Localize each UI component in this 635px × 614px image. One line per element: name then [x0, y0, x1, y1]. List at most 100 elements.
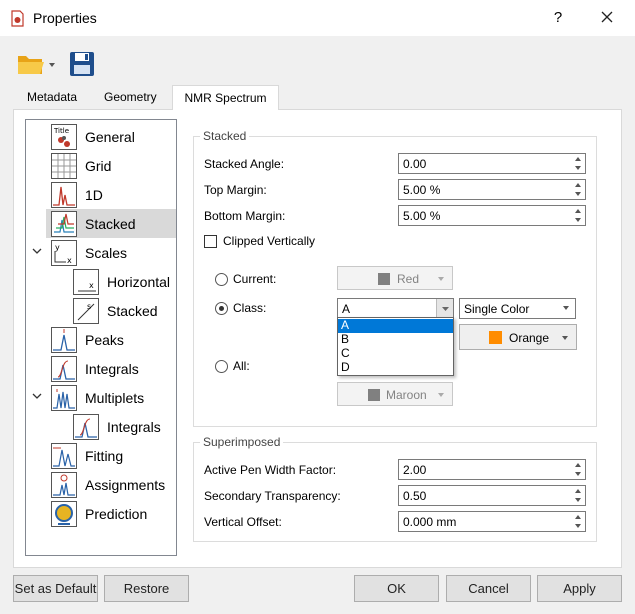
bottom-margin-label: Bottom Margin: — [204, 209, 286, 223]
pen-width-spinbox[interactable]: 2.00 — [398, 459, 586, 480]
tree-item-label: Integrals — [85, 360, 139, 377]
pen-width-label: Active Pen Width Factor: — [204, 463, 337, 477]
tree-item-horizontal[interactable]: x Horizontal — [73, 267, 176, 296]
top-margin-spinbox[interactable]: 5.00 % — [398, 179, 586, 200]
clipped-vertically-checkbox[interactable] — [204, 235, 217, 248]
tree-item-peaks[interactable]: Peaks — [51, 325, 176, 354]
multiplet-integrals-icon — [73, 413, 99, 440]
all-radio[interactable] — [215, 360, 228, 373]
dropdown-option-a[interactable]: A — [338, 319, 453, 333]
tree-item-multiplets[interactable]: Multiplets — [51, 383, 176, 412]
grid-icon — [51, 152, 77, 179]
spin-arrows-icon[interactable] — [571, 180, 585, 199]
tree-item-label: Multiplets — [85, 389, 145, 406]
current-color-button[interactable]: Red — [337, 266, 453, 290]
tree-item-multiplet-integrals[interactable]: Integrals — [73, 412, 176, 441]
tree-item-label: Peaks — [85, 331, 124, 348]
apply-button[interactable]: Apply — [537, 575, 622, 602]
all-color-button[interactable]: Maroon — [337, 382, 453, 406]
tree-item-stacked[interactable]: Stacked — [46, 209, 176, 238]
spin-arrows-icon[interactable] — [571, 154, 585, 173]
cancel-button[interactable]: Cancel — [446, 575, 531, 602]
dropdown-arrow-icon — [438, 277, 444, 281]
transparency-label: Secondary Transparency: — [204, 489, 341, 503]
tree-item-grid[interactable]: Grid — [51, 151, 176, 180]
tree-item-1d[interactable]: 1D — [51, 180, 176, 209]
save-icon[interactable] — [68, 50, 96, 78]
svg-text:Title: Title — [53, 127, 69, 135]
superimposed-group-title: Superimposed — [200, 435, 284, 449]
stacked-scale-icon: s — [73, 297, 99, 324]
app-icon — [11, 10, 24, 27]
transparency-spinbox[interactable]: 0.50 — [398, 485, 586, 506]
color-swatch — [378, 273, 390, 285]
tree-item-label: Stacked — [85, 215, 136, 232]
open-folder-icon[interactable] — [16, 50, 56, 78]
spin-arrows-icon[interactable] — [571, 512, 585, 531]
set-as-default-button[interactable]: Set as Default — [13, 575, 98, 602]
tree-item-label: Stacked — [107, 302, 158, 319]
spin-arrows-icon[interactable] — [571, 486, 585, 505]
chevron-down-icon[interactable] — [32, 246, 42, 256]
spin-arrows-icon[interactable] — [571, 206, 585, 225]
class-combobox-arrow[interactable] — [436, 299, 453, 318]
class-label: Class: — [233, 301, 267, 315]
tree-item-prediction[interactable]: Prediction — [51, 499, 176, 528]
class-combobox[interactable]: A — [337, 298, 454, 319]
color-swatch — [368, 389, 380, 401]
class-dropdown-list[interactable]: A B C D — [337, 317, 454, 376]
tree-item-stacked-scale[interactable]: s Stacked — [73, 296, 176, 325]
dropdown-arrow-icon — [438, 393, 444, 397]
close-icon[interactable] — [594, 6, 620, 30]
tree-item-scales[interactable]: yx Scales — [51, 238, 176, 267]
dropdown-option-b[interactable]: B — [338, 333, 453, 347]
tab-geometry[interactable]: Geometry — [98, 86, 163, 109]
stacked-angle-spinbox[interactable]: 0.00 — [398, 153, 586, 174]
dropdown-option-c[interactable]: C — [338, 347, 453, 361]
color-mode-combobox[interactable]: Single Color — [459, 298, 576, 319]
tree-item-integrals[interactable]: Integrals — [51, 354, 176, 383]
category-tree[interactable]: Title General Grid 1D Stacked yx Scales … — [25, 119, 177, 556]
current-radio[interactable] — [215, 273, 228, 286]
peaks-icon — [51, 326, 77, 353]
class-combobox-value: A — [342, 302, 351, 316]
class-radio[interactable] — [215, 302, 228, 315]
tree-item-general[interactable]: Title General — [51, 122, 176, 151]
integrals-icon — [51, 355, 77, 382]
transparency-value: 0.50 — [403, 489, 427, 503]
class-color-button[interactable]: Orange — [459, 324, 577, 350]
dropdown-option-d[interactable]: D — [338, 361, 453, 375]
tab-nmr-spectrum[interactable]: NMR Spectrum — [172, 85, 279, 110]
clipped-vertically-label: Clipped Vertically — [223, 234, 316, 248]
ok-button[interactable]: OK — [354, 575, 439, 602]
tab-metadata[interactable]: Metadata — [21, 86, 83, 109]
color-mode-value: Single Color — [464, 302, 530, 316]
svg-text:x: x — [89, 281, 94, 290]
tree-item-fitting[interactable]: Fitting — [51, 441, 176, 470]
prediction-icon — [51, 500, 77, 527]
svg-text:s: s — [87, 302, 91, 311]
chevron-down-icon — [563, 306, 569, 310]
stacked-angle-value: 0.00 — [403, 157, 427, 171]
stacked-angle-label: Stacked Angle: — [204, 157, 285, 171]
tree-item-label: General — [85, 128, 135, 145]
tree-item-assignments[interactable]: Assignments — [51, 470, 176, 499]
tree-item-label: Assignments — [85, 476, 166, 493]
chevron-down-icon[interactable] — [32, 391, 42, 401]
tree-item-label: Fitting — [85, 447, 124, 464]
chevron-down-icon — [442, 307, 449, 311]
assignments-icon — [51, 471, 77, 498]
tree-item-label: Scales — [85, 244, 128, 261]
class-color-label: Orange — [509, 331, 550, 345]
restore-button[interactable]: Restore — [104, 575, 189, 602]
vertical-offset-spinbox[interactable]: 0.000 mm — [398, 511, 586, 532]
spin-arrows-icon[interactable] — [571, 460, 585, 479]
horizontal-scale-icon: x — [73, 268, 99, 295]
help-button[interactable]: ? — [545, 6, 571, 30]
tree-item-label: 1D — [85, 186, 103, 203]
vertical-offset-value: 0.000 mm — [403, 515, 457, 529]
svg-text:x: x — [67, 256, 72, 265]
svg-text:y: y — [55, 243, 60, 252]
bottom-margin-spinbox[interactable]: 5.00 % — [398, 205, 586, 226]
vertical-offset-label: Vertical Offset: — [204, 515, 282, 529]
